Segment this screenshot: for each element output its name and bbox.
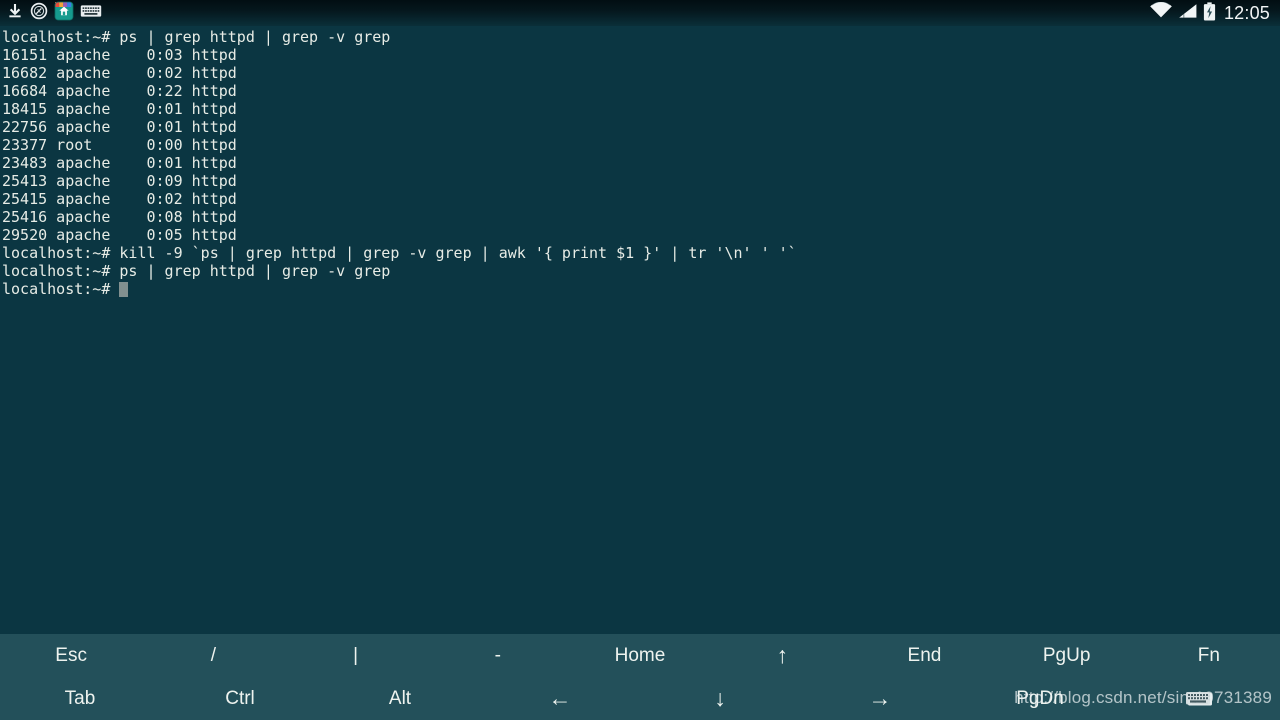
android-terminal-screen: 12:05 localhost:~# ps | grep httpd | gre… bbox=[0, 0, 1280, 720]
terminal-line: 23483 apache 0:01 httpd bbox=[2, 154, 237, 172]
terminal-line: 25416 apache 0:08 httpd bbox=[2, 208, 237, 226]
terminal-line: 29520 apache 0:05 httpd bbox=[2, 226, 237, 244]
key-arrow-down[interactable]: ↓ bbox=[640, 677, 800, 720]
key-esc[interactable]: Esc bbox=[0, 634, 142, 677]
terminal-line: 16684 apache 0:22 httpd bbox=[2, 82, 237, 100]
terminal-line: 22756 apache 0:01 httpd bbox=[2, 118, 237, 136]
terminal-line: 16151 apache 0:03 httpd bbox=[2, 46, 237, 64]
key-slash-label: / bbox=[210, 644, 216, 666]
status-bar: 12:05 bbox=[0, 0, 1280, 26]
signal-icon bbox=[1178, 2, 1198, 24]
key-tab[interactable]: Tab bbox=[0, 677, 160, 720]
key-arrow-left-label: ← bbox=[548, 685, 572, 711]
status-bar-notification-icons bbox=[0, 1, 102, 25]
key-pipe-label: | bbox=[353, 644, 359, 666]
key-minus-label: - bbox=[494, 644, 501, 666]
key-ctrl-label: Ctrl bbox=[225, 687, 255, 709]
terminal-prompt-text: localhost:~# bbox=[2, 280, 120, 298]
key-pgdn[interactable]: PgDn bbox=[960, 677, 1120, 720]
key-home[interactable]: Home bbox=[569, 634, 711, 677]
terminal-line: 23377 root 0:00 httpd bbox=[2, 136, 237, 154]
app-icon bbox=[54, 1, 74, 25]
key-arrow-right-label: → bbox=[868, 685, 892, 711]
key-keyboard-toggle[interactable] bbox=[1120, 677, 1280, 720]
key-arrow-down-label: ↓ bbox=[714, 685, 726, 711]
terminal-line: 16682 apache 0:02 httpd bbox=[2, 64, 237, 82]
key-end[interactable]: End bbox=[853, 634, 995, 677]
key-fn-label: Fn bbox=[1197, 644, 1220, 666]
wifi-icon bbox=[1149, 1, 1173, 24]
status-bar-clock: 12:05 bbox=[1223, 2, 1270, 23]
key-alt-label: Alt bbox=[388, 687, 412, 709]
battery-charging-icon bbox=[1203, 1, 1216, 25]
key-esc-label: Esc bbox=[55, 644, 87, 666]
terminal-cursor bbox=[119, 282, 129, 297]
terminal-prompt-line: localhost:~# bbox=[2, 280, 1280, 298]
key-arrow-up[interactable]: ↑ bbox=[711, 634, 853, 677]
key-pgdn-label: PgDn bbox=[1016, 687, 1064, 709]
key-home-label: Home bbox=[614, 644, 666, 666]
keyboard-icon bbox=[80, 3, 102, 23]
key-ctrl[interactable]: Ctrl bbox=[160, 677, 320, 720]
key-alt[interactable]: Alt bbox=[320, 677, 480, 720]
terminal-line: 25415 apache 0:02 httpd bbox=[2, 190, 237, 208]
terminal-output-area[interactable]: localhost:~# ps | grep httpd | grep -v g… bbox=[0, 26, 1280, 634]
key-pgup[interactable]: PgUp bbox=[996, 634, 1138, 677]
terminal-line: localhost:~# ps | grep httpd | grep -v g… bbox=[2, 28, 391, 46]
terminal-line: localhost:~# ps | grep httpd | grep -v g… bbox=[2, 262, 391, 280]
compass-icon bbox=[30, 2, 48, 24]
terminal-line: 25413 apache 0:09 httpd bbox=[2, 172, 237, 190]
key-arrow-up-label: ↑ bbox=[776, 642, 788, 668]
key-tab-label: Tab bbox=[64, 687, 96, 709]
key-slash[interactable]: / bbox=[142, 634, 284, 677]
extra-key-row-2: Tab Ctrl Alt ← ↓ → PgDn bbox=[0, 677, 1280, 720]
download-icon bbox=[6, 2, 24, 24]
key-minus[interactable]: - bbox=[427, 634, 569, 677]
key-end-label: End bbox=[907, 644, 942, 666]
key-arrow-right[interactable]: → bbox=[800, 677, 960, 720]
terminal-line: 18415 apache 0:01 httpd bbox=[2, 100, 237, 118]
key-pgup-label: PgUp bbox=[1042, 644, 1091, 666]
status-bar-system-icons: 12:05 bbox=[1149, 1, 1280, 25]
terminal-line: localhost:~# kill -9 `ps | grep httpd | … bbox=[2, 244, 797, 262]
extra-key-row-1: Esc / | - Home ↑ End PgUp Fn bbox=[0, 634, 1280, 677]
extra-key-bar: Esc / | - Home ↑ End PgUp Fn Tab Ctrl Alt ← ↓ → PgDn bbox=[0, 634, 1280, 720]
key-pipe[interactable]: | bbox=[284, 634, 426, 677]
key-fn[interactable]: Fn bbox=[1138, 634, 1280, 677]
key-arrow-left[interactable]: ← bbox=[480, 677, 640, 720]
terminal-lines: localhost:~# ps | grep httpd | grep -v g… bbox=[0, 26, 1280, 298]
